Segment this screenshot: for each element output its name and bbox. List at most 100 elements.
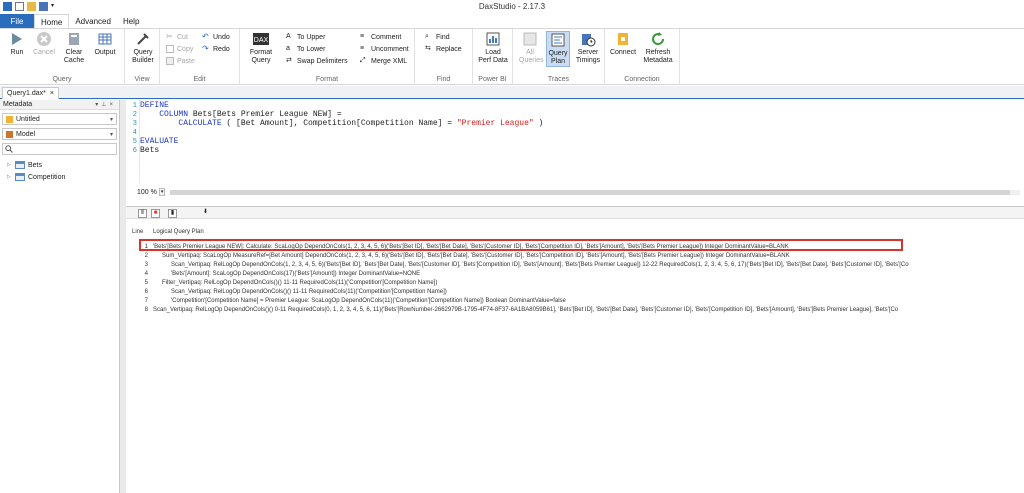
clear-cache-button[interactable]: Clear Cache: [60, 31, 88, 65]
row-plan-text: Scan_Vertipaq: RelLogOp DependOnCols(1, …: [171, 262, 909, 268]
redo-button[interactable]: ↷ Redo: [202, 44, 230, 54]
format-group-label: Format: [315, 76, 339, 83]
tree-item-competition[interactable]: ▷ Competition: [0, 171, 119, 183]
plan-row[interactable]: 2 Sum_Vertipaq: ScaLogOp MeasureRef=[Bet …: [126, 252, 1024, 260]
stop-icon[interactable]: ■: [151, 209, 160, 218]
uncomment-icon: ≡: [360, 45, 365, 52]
plan-row[interactable]: 4 'Bets'[Amount]: ScaLogOp DependOnCols(1…: [126, 270, 1024, 278]
to-upper-button[interactable]: A To Upper: [286, 32, 325, 42]
model-name: Model: [16, 130, 36, 138]
row-plan-text: Filter_Vertipaq: RelLogOp DependOnCols()…: [162, 280, 438, 286]
row-line-number: 3: [144, 262, 148, 268]
zoom-dropdown-icon[interactable]: ▾: [158, 188, 166, 196]
row-line-number: 5: [144, 280, 148, 286]
document-tab-label: Query1.dax*: [7, 90, 46, 97]
row-plan-text: Scan_Vertipaq: RelLogOp DependOnCols()()…: [171, 289, 447, 295]
zoom-control[interactable]: 100 % ▾: [137, 187, 166, 197]
metadata-title: Metadata: [3, 101, 33, 108]
query-plan-icon: [551, 33, 565, 47]
format-query-button[interactable]: DAX Format Query: [245, 31, 277, 65]
uncomment-button[interactable]: ≡ Uncomment: [360, 44, 409, 54]
editor-line: 3 CALCULATE ( [Bet Amount], Competition[…: [132, 119, 544, 128]
row-plan-text: Sum_Vertipaq: ScaLogOp MeasureRef=[Bet A…: [162, 253, 790, 259]
row-line-number: 4: [144, 271, 148, 277]
plan-row[interactable]: 6 Scan_Vertipaq: RelLogOp DependOnCols()(…: [126, 288, 1024, 296]
replace-button[interactable]: ⇆ Replace: [425, 44, 462, 54]
model-dropdown[interactable]: Model ▾: [2, 128, 117, 140]
scissors-icon: ✂: [166, 32, 173, 41]
find-icon: ⌕: [425, 33, 429, 40]
find-button[interactable]: ⌕ Find: [425, 32, 450, 42]
edit-group-label: Edit: [193, 76, 206, 83]
tab-advanced[interactable]: Advanced: [69, 14, 117, 28]
close-pane-icon[interactable]: ×: [109, 102, 116, 108]
all-queries-button[interactable]: All Queries: [519, 31, 544, 65]
query-plan-button[interactable]: Query Plan: [546, 31, 570, 67]
copy-button[interactable]: Copy: [166, 44, 193, 54]
export-icon[interactable]: ⬇: [201, 209, 210, 218]
table-label: Bets: [28, 161, 43, 169]
view-group-label: View: [134, 76, 150, 83]
swap-delimiters-button[interactable]: ⇄ Swap Delimiters: [286, 56, 348, 66]
powerbi-group: Load Perf Data Power BI: [473, 29, 513, 85]
editor-line: 2 COLUMN Bets[Bets Premier League NEW] =: [132, 110, 342, 119]
scrollbar-thumb[interactable]: [170, 190, 1010, 195]
tab-help[interactable]: Help: [117, 14, 145, 28]
expand-icon[interactable]: ▷: [7, 162, 12, 168]
comment-button[interactable]: ≡ Comment: [360, 32, 401, 42]
editor-horizontal-scrollbar[interactable]: [170, 190, 1020, 195]
run-button[interactable]: Run: [6, 31, 28, 57]
col-line-header[interactable]: Line: [132, 229, 143, 235]
copy-icon: [166, 45, 174, 53]
table-icon: [15, 161, 25, 169]
output-toolbar: Ⅱ ■ ▮ ⬇: [126, 206, 1024, 219]
paste-icon: [166, 57, 174, 65]
clear-icon[interactable]: ▮: [168, 209, 177, 218]
row-plan-text: 'Competition'[Competition Name] = Premie…: [171, 298, 566, 304]
close-tab-icon[interactable]: ×: [50, 88, 54, 99]
load-perf-data-button[interactable]: Load Perf Data: [478, 31, 508, 65]
undo-button[interactable]: ↶ Undo: [202, 32, 230, 42]
plan-row[interactable]: 7 'Competition'[Competition Name] = Premi…: [126, 297, 1024, 305]
connection-group-label: Connection: [624, 76, 660, 83]
col-plan-header[interactable]: Logical Query Plan: [153, 229, 204, 235]
expand-icon[interactable]: ▷: [7, 174, 12, 180]
redo-icon: ↷: [202, 44, 209, 53]
tab-home[interactable]: Home: [34, 14, 70, 28]
edit-group: ✂ Cut Copy Paste ↶ Undo ↷ Redo Edit: [160, 29, 240, 85]
document-tab[interactable]: Query1.dax* ×: [2, 87, 60, 99]
merge-xml-button[interactable]: ⤢ Merge XML: [360, 56, 407, 66]
server-timings-button[interactable]: Server Timings: [574, 31, 602, 65]
output-button[interactable]: Output: [91, 31, 119, 57]
table-icon: [15, 173, 25, 181]
metadata-search-input[interactable]: [2, 143, 117, 155]
query-editor[interactable]: 1 DEFINE 2 COLUMN Bets[Bets Premier Leagu…: [126, 100, 1024, 202]
tree-item-bets[interactable]: ▷ Bets: [0, 159, 119, 171]
replace-icon: ⇆: [425, 45, 431, 52]
refresh-metadata-button[interactable]: Refresh Metadata: [641, 31, 675, 65]
view-group: Query Builder View: [125, 29, 160, 85]
plan-row[interactable]: 5 Filter_Vertipaq: RelLogOp DependOnCols(…: [126, 279, 1024, 287]
editor-gutter-divider: [139, 100, 140, 183]
plan-row[interactable]: 3 Scan_Vertipaq: RelLogOp DependOnCols(1,…: [126, 261, 1024, 269]
pause-icon[interactable]: Ⅱ: [138, 209, 147, 218]
all-queries-icon: [523, 32, 537, 46]
plan-row[interactable]: 8 Scan_Vertipaq: RelLogOp DependOnCols()(…: [126, 306, 1024, 314]
output-grid-icon: [98, 33, 112, 45]
connect-button[interactable]: Connect: [610, 31, 636, 57]
paste-button[interactable]: Paste: [166, 56, 195, 66]
cut-button[interactable]: ✂ Cut: [166, 32, 188, 42]
to-lower-button[interactable]: a To Lower: [286, 44, 325, 54]
database-dropdown[interactable]: Untitled ▾: [2, 113, 117, 125]
document-tab-bar: Query1.dax* ×: [0, 86, 1024, 99]
row-line-number: 6: [144, 289, 148, 295]
traces-group-label: Traces: [547, 76, 570, 83]
cancel-button[interactable]: Cancel: [31, 31, 57, 57]
connection-group: Connect Refresh Metadata Connection: [605, 29, 680, 85]
metadata-header: Metadata ▾⊥×: [0, 100, 119, 110]
tab-file[interactable]: File: [0, 14, 34, 28]
query-builder-button[interactable]: Query Builder: [129, 31, 157, 65]
cancel-icon: [37, 32, 51, 46]
results-header: Line Logical Query Plan: [126, 229, 1024, 238]
zoom-level: 100 %: [137, 188, 157, 196]
